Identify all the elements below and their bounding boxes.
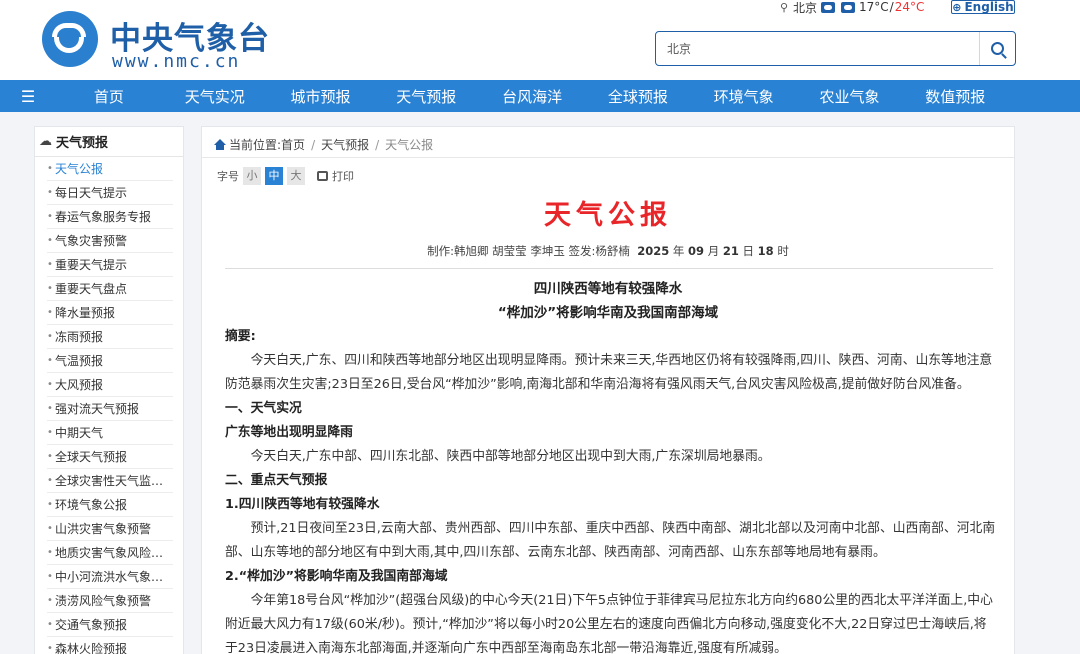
search-icon [991,42,1004,55]
print-label: 打印 [332,170,354,183]
sidebar-title: 天气预报 [56,136,109,151]
search-input[interactable] [656,32,978,65]
english-label: English [964,0,1014,14]
headline-primary: 四川陕西等地有较强降水 [533,281,683,297]
english-button[interactable]: ⊕ English [951,0,1015,14]
sidebar-item[interactable]: 中小河流洪水气象风... [47,565,173,589]
bulletin-authors: 制作:韩旭卿 胡莹莹 李坤玉 签发:杨舒楠 [427,244,630,258]
temp-low: 17°C [859,0,889,14]
sidebar-item[interactable]: 降水量预报 [47,301,173,325]
nav-item-weather-forecast[interactable]: 天气预报 [373,86,479,107]
sidebar-item-weather-bulletin[interactable]: 天气公报 [47,157,173,181]
logo-url: www.nmc.cn [112,51,241,72]
sidebar-item[interactable]: 冻雨预报 [47,325,173,349]
current-weather[interactable]: ⚲ 北京 17°C / 24°C [780,0,925,15]
forecast-text-1: 预计,21日夜间至23日,云南大部、贵州西部、四川中东部、重庆中西部、陕西中南部… [225,521,996,560]
printer-icon [317,171,328,181]
breadcrumb-label: 当前位置: [229,138,282,152]
sidebar-item[interactable]: 重要天气盘点 [47,277,173,301]
sidebar-item[interactable]: 全球灾害性天气监测... [47,469,173,493]
font-size-toolbar: 字号 小 中 大 打印 [217,167,354,185]
search-box [655,31,1016,66]
sidebar-item[interactable]: 每日天气提示 [47,181,173,205]
night-weather-icon [841,1,856,13]
sidebar-item[interactable]: 渍涝风险气象预警 [47,589,173,613]
forecast-text-2: 今年第18号台风“桦加沙”(超强台风级)的中心今天(21日)下午5点钟位于菲律宾… [225,593,993,654]
temp-separator: / [889,0,894,14]
divider [202,157,1014,158]
nav-item-city-forecast[interactable]: 城市预报 [268,86,374,107]
sidebar-item[interactable]: 山洪灾害气象预警 [47,517,173,541]
search-button[interactable] [979,32,1015,65]
main-nav: ☰ 首页 天气实况 城市预报 天气预报 台风海洋 全球预报 环境气象 农业气象 … [0,80,1080,112]
breadcrumb-home[interactable]: 首页 [281,136,305,153]
font-large-button[interactable]: 大 [287,167,305,185]
breadcrumb-current: 天气公报 [385,138,434,152]
sidebar-item[interactable]: 全球天气预报 [47,445,173,469]
home-icon [214,139,226,150]
breadcrumb-weather-forecast[interactable]: 天气预报 [321,136,369,153]
site-header: 中央气象台 www.nmc.cn ⚲ 北京 17°C / 24°C ⊕ Engl… [0,0,1080,80]
bulletin-meta: 制作:韩旭卿 胡莹莹 李坤玉 签发:杨舒楠 2025 年 09 月 21 日 1… [427,244,789,258]
forecast-subtitle-2: 2.“桦加沙”将影响华南及我国南部海域 [225,569,448,584]
site-logo[interactable]: 中央气象台 www.nmc.cn [42,9,282,72]
bulletin-day: 21 [722,244,739,258]
nav-item-observations[interactable]: 天气实况 [162,86,268,107]
headline-secondary: “桦加沙”将影响华南及我国南部海域 [497,305,719,321]
sidebar-item[interactable]: 气象灾害预警 [47,229,173,253]
font-size-label: 字号 [217,170,239,183]
nav-item-environment[interactable]: 环境气象 [691,86,797,107]
main-content: 当前位置: 首页 / 天气预报 / 天气公报 字号 小 中 大 打印 天气公报 … [201,126,1015,654]
font-small-button[interactable]: 小 [243,167,261,185]
nav-item-home[interactable]: 首页 [56,86,162,107]
bulletin-year: 2025 [637,244,670,258]
sidebar-item[interactable]: 交通气象预报 [47,613,173,637]
location-pin-icon: ⚲ [780,0,789,14]
sidebar-item[interactable]: 中期天气 [47,421,173,445]
nav-item-typhoon-ocean[interactable]: 台风海洋 [479,86,585,107]
section-observations-subtitle: 广东等地出现明显降雨 [225,425,353,440]
day-weather-icon [821,1,836,13]
section-observations: 一、天气实况 [225,401,302,416]
sidebar-item[interactable]: 重要天气提示 [47,253,173,277]
forecast-subtitle-1: 1.四川陕西等地有较强降水 [225,497,380,512]
bulletin-title: 天气公报 [544,200,672,231]
bulletin-body: 摘要: 今天白天,广东、四川和陕西等地部分地区出现明显降雨。预计未来三天,华西地… [225,325,996,654]
temp-high: 24°C [894,0,925,14]
sidebar-item[interactable]: 强对流天气预报 [47,397,173,421]
nav-item-agriculture[interactable]: 农业气象 [797,86,903,107]
nmc-logo-icon [42,11,98,67]
summary-text: 今天白天,广东、四川和陕西等地部分地区出现明显降雨。预计未来三天,华西地区仍将有… [225,353,993,392]
print-button[interactable]: 打印 [317,168,354,184]
sidebar: ☁ 天气预报 天气公报 每日天气提示 春运气象服务专报 气象灾害预警 重要天气提… [34,126,184,654]
nav-item-global-forecast[interactable]: 全球预报 [585,86,691,107]
cloud-sun-icon: ☁ [39,134,52,149]
breadcrumb: 当前位置: 首页 / 天气预报 / 天气公报 [214,136,433,153]
section-observations-text: 今天白天,广东中部、四川东北部、陕西中部等地部分地区出现中到大雨,广东深圳局地暴… [250,449,771,464]
sidebar-item[interactable]: 大风预报 [47,373,173,397]
sidebar-item[interactable]: 春运气象服务专报 [47,205,173,229]
sidebar-item[interactable]: 环境气象公报 [47,493,173,517]
sidebar-list: 天气公报 每日天气提示 春运气象服务专报 气象灾害预警 重要天气提示 重要天气盘… [35,157,183,654]
nav-item-numerical[interactable]: 数值预报 [902,86,1008,107]
bulletin-month: 09 [688,244,705,258]
font-medium-button[interactable]: 中 [265,167,283,185]
globe-icon: ⊕ [952,0,962,14]
bulletin-hour: 18 [757,244,774,258]
menu-icon[interactable]: ☰ [0,80,56,112]
sidebar-item[interactable]: 地质灾害气象风险预警 [47,541,173,565]
weather-location: 北京 [793,0,818,15]
sidebar-item[interactable]: 森林火险预报 [47,637,173,654]
sidebar-item[interactable]: 气温预报 [47,349,173,373]
sidebar-header: ☁ 天气预报 [35,127,183,157]
divider [225,268,993,269]
summary-label: 摘要: [225,329,256,344]
section-key-forecast: 二、重点天气预报 [225,473,328,488]
